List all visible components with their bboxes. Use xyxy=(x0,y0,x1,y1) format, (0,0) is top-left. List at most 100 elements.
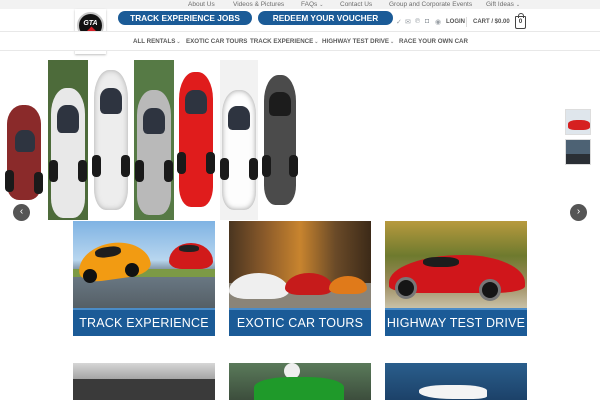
chevron-down-icon: ⌄ xyxy=(390,39,395,45)
car-wheel xyxy=(121,155,130,177)
car-wheel xyxy=(395,277,417,299)
nav-race-your-own-car[interactable]: RACE YOUR OWN CAR xyxy=(399,38,468,45)
top-nav-faqs[interactable]: FAQs ⌄ xyxy=(301,0,323,9)
car-wheel xyxy=(83,269,97,283)
page: About Us Videos & Pictures FAQs ⌄ Contact… xyxy=(0,0,600,400)
nav-label: RACE YOUR OWN CAR xyxy=(399,38,468,45)
gallery-thumbnail[interactable] xyxy=(565,109,591,135)
car-window xyxy=(15,130,35,152)
gallery-image[interactable] xyxy=(177,60,217,220)
chevron-down-icon: ⌄ xyxy=(515,2,521,8)
car-wheel xyxy=(262,155,271,177)
car-wheel xyxy=(5,170,14,192)
top-nav-label: About Us xyxy=(188,1,215,8)
chevron-left-icon: ‹ xyxy=(19,206,24,217)
red-car xyxy=(285,273,333,295)
car-window xyxy=(57,105,79,133)
thumb-car xyxy=(566,154,590,164)
cart-link[interactable]: CART / $0.00 xyxy=(473,19,510,25)
gallery-image[interactable] xyxy=(262,60,298,220)
gallery-image[interactable] xyxy=(134,60,174,220)
thumb-car xyxy=(568,120,590,130)
tile-image-motorbike[interactable] xyxy=(229,363,371,400)
chevron-down-icon: ⌄ xyxy=(319,2,324,8)
car-window xyxy=(185,90,207,114)
top-nav-contact[interactable]: Contact Us xyxy=(340,0,372,9)
chevron-right-icon: › xyxy=(576,206,581,217)
nav-label: TRACK EXPERIENCE xyxy=(250,38,314,45)
twitter-icon[interactable]: ✓ xyxy=(396,18,402,26)
car-window xyxy=(423,257,459,267)
car-wheel xyxy=(289,155,298,177)
gallery-thumbnail[interactable] xyxy=(565,139,591,165)
top-nav-label: Group and Corporate Events xyxy=(389,1,473,8)
gallery-image[interactable] xyxy=(48,60,88,220)
chevron-down-icon: ⌄ xyxy=(176,39,181,45)
top-nav-about[interactable]: About Us xyxy=(188,0,215,9)
email-icon[interactable]: ✉ xyxy=(405,18,411,26)
car-window xyxy=(100,88,122,114)
tile-image-boat[interactable] xyxy=(385,363,527,400)
tile-track-experience[interactable]: TRACK EXPERIENCE xyxy=(73,221,215,336)
car-wheel xyxy=(135,160,144,182)
car-window xyxy=(228,106,250,130)
instagram-icon[interactable]: ◘ xyxy=(425,18,429,25)
car-wheel xyxy=(479,279,501,301)
track-experience-jobs-button[interactable]: TRACK EXPERIENCE JOBS xyxy=(118,11,252,25)
top-nav-label: FAQs xyxy=(301,1,318,8)
nav-track-experience[interactable]: TRACK EXPERIENCE⌄ xyxy=(250,38,318,45)
tile-label: EXOTIC CAR TOURS xyxy=(229,308,371,336)
cart-bag-icon[interactable]: 0 xyxy=(515,13,526,29)
login-link[interactable]: LOGIN xyxy=(446,19,465,25)
rss-icon[interactable]: ◉ xyxy=(435,18,441,26)
orange-car xyxy=(329,276,367,294)
car-wheel xyxy=(177,152,186,174)
tile-image xyxy=(385,221,527,308)
header-divider xyxy=(466,17,467,27)
yacht xyxy=(419,385,487,399)
cart-count: 0 xyxy=(518,19,523,25)
nav-exotic-car-tours[interactable]: EXOTIC CAR TOURS xyxy=(186,38,247,45)
tile-label: TRACK EXPERIENCE xyxy=(73,308,215,336)
car-window xyxy=(179,245,199,252)
top-nav-label: Contact Us xyxy=(340,1,373,8)
top-nav-videos[interactable]: Videos & Pictures xyxy=(233,0,284,9)
tile-image xyxy=(229,221,371,308)
nav-label: HIGHWAY TEST DRIVE xyxy=(322,38,390,45)
gallery-image[interactable] xyxy=(5,60,45,220)
car-wheel xyxy=(206,152,215,174)
car-wheel xyxy=(249,158,258,180)
car-wheel xyxy=(78,160,87,182)
top-nav-group-events[interactable]: Group and Corporate Events xyxy=(389,0,472,9)
tile-label: HIGHWAY TEST DRIVE xyxy=(385,308,527,336)
gallery-prev-button[interactable]: ‹ xyxy=(13,204,30,221)
tile-exotic-car-tours[interactable]: EXOTIC CAR TOURS xyxy=(229,221,371,336)
green-motorbike xyxy=(254,377,344,400)
nav-label: ALL RENTALS xyxy=(133,38,176,45)
pinterest-icon[interactable]: ℗ xyxy=(415,18,420,25)
nav-label: EXOTIC CAR TOURS xyxy=(186,38,248,45)
redeem-voucher-button[interactable]: REDEEM YOUR VOUCHER xyxy=(258,11,393,25)
car-wheel xyxy=(49,160,58,182)
car-wheel xyxy=(92,155,101,177)
car-window xyxy=(269,92,291,116)
nav-highway-test-drive[interactable]: HIGHWAY TEST DRIVE⌄ xyxy=(322,38,394,45)
gallery-image[interactable] xyxy=(92,60,130,220)
garage-cars xyxy=(73,379,215,400)
top-nav-label: Videos & Pictures xyxy=(233,1,285,8)
tile-highway-test-drive[interactable]: HIGHWAY TEST DRIVE xyxy=(385,221,527,336)
top-nav-gift-ideas[interactable]: Gift Ideas ⌄ xyxy=(486,0,520,9)
car-window xyxy=(143,108,165,134)
tile-image-garage[interactable] xyxy=(73,363,215,400)
tile-image xyxy=(73,221,215,308)
chevron-down-icon: ⌄ xyxy=(314,39,319,45)
car-wheel xyxy=(164,160,173,182)
car-wheel xyxy=(34,172,43,194)
top-nav-label: Gift Ideas xyxy=(486,1,514,8)
car-wheel xyxy=(220,158,229,180)
car-wheel xyxy=(125,263,139,277)
gallery-image[interactable] xyxy=(220,60,258,220)
car-gallery-slider xyxy=(0,60,310,220)
gallery-next-button[interactable]: › xyxy=(570,204,587,221)
nav-all-rentals[interactable]: ALL RENTALS⌄ xyxy=(133,38,181,45)
